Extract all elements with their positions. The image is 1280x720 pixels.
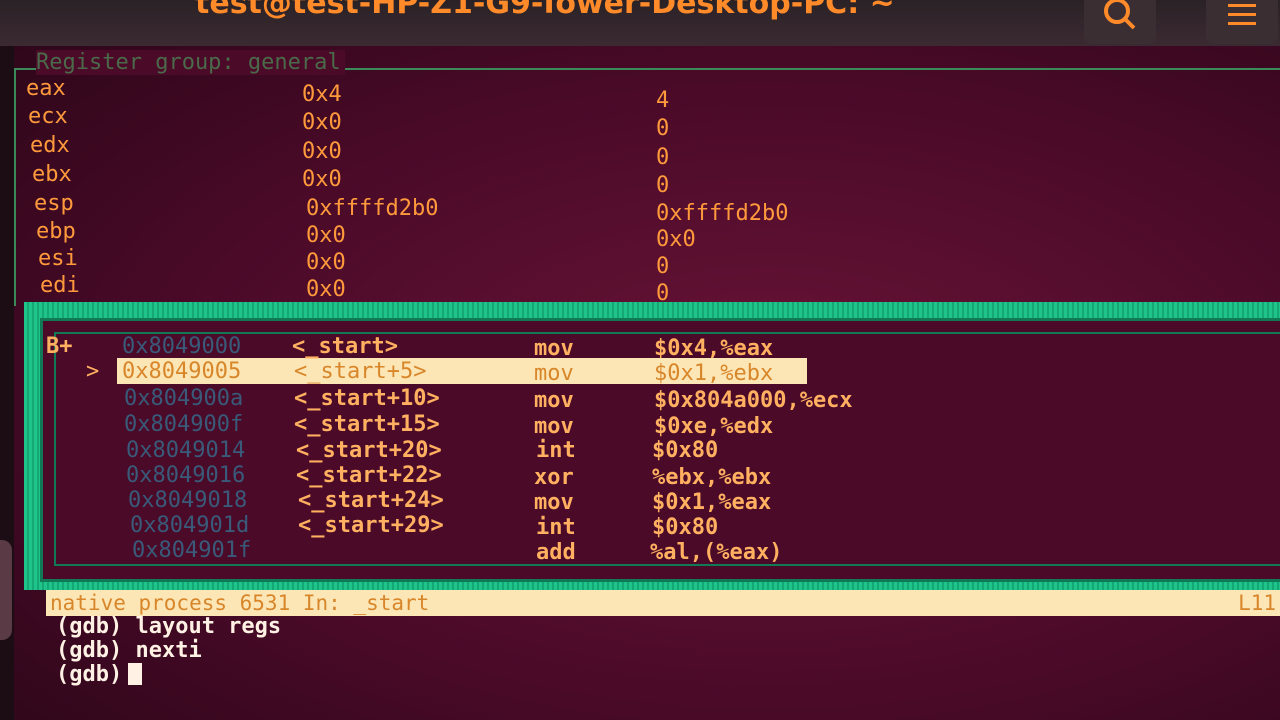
register-hex-value: 0x0	[302, 139, 342, 164]
line-indicator: L11	[1238, 591, 1276, 615]
register-name: edi	[40, 273, 80, 298]
register-window	[14, 68, 1280, 306]
asm-opcode: mov	[534, 336, 574, 361]
register-hex-value: 0x0	[306, 250, 346, 275]
register-natural-value: 0xffffd2b0	[656, 201, 789, 226]
asm-opcode: mov	[534, 490, 574, 515]
register-natural-value: 0	[656, 116, 670, 141]
register-hex-value: 0x0	[306, 277, 346, 302]
asm-symbol: <_start+24>	[298, 488, 444, 513]
window-titlebar: test@test-HP-Z1-G9-Tower-Desktop-PC: ~	[0, 0, 1280, 46]
asm-symbol: <_start+10>	[294, 386, 440, 411]
asm-opcode: mov	[534, 414, 574, 439]
asm-address: 0x8049005	[122, 359, 242, 384]
gdb-prompt: (gdb)	[56, 662, 123, 687]
register-hex-value: 0x0	[302, 110, 342, 135]
register-hex-value: 0x4	[302, 82, 342, 107]
asm-opcode: mov	[534, 388, 574, 413]
asm-symbol: <_start+5>	[294, 359, 427, 384]
asm-address: 0x8049000	[122, 334, 242, 359]
hamburger-menu-icon[interactable]	[1206, 0, 1278, 44]
asm-symbol: <_start+29>	[298, 513, 444, 538]
asm-opcode: int	[536, 438, 576, 463]
console-line: (gdb) nexti	[56, 638, 202, 663]
console-line: (gdb) layout regs	[56, 614, 282, 639]
register-name: eax	[26, 76, 66, 101]
asm-operands: %ebx,%ebx	[652, 465, 772, 490]
register-name: ecx	[28, 104, 68, 129]
asm-operands: $0x1,%eax	[652, 490, 772, 515]
register-natural-value: 0	[656, 173, 670, 198]
register-name: esi	[38, 246, 78, 271]
asm-operands: $0x80	[652, 515, 719, 540]
register-hex-value: 0x0	[306, 223, 346, 248]
current-instruction-marker: >	[86, 359, 100, 384]
asm-operands: $0x1,%ebx	[654, 361, 774, 386]
asm-address: 0x8049018	[128, 488, 248, 513]
asm-operands: $0x804a000,%ecx	[654, 388, 853, 413]
gdb-status-bar: native process 6531 In: _start L11	[46, 590, 1280, 616]
asm-address: 0x804900f	[124, 412, 244, 437]
register-natural-value: 4	[656, 88, 670, 113]
asm-address: 0x804900a	[124, 386, 244, 411]
asm-operands: $0x4,%eax	[654, 336, 774, 361]
text-cursor	[128, 663, 143, 685]
asm-address: 0x8049016	[126, 463, 246, 488]
console-prompt-line[interactable]: (gdb)	[56, 662, 143, 687]
asm-opcode: xor	[534, 465, 574, 490]
window-title: test@test-HP-Z1-G9-Tower-Desktop-PC: ~	[195, 0, 895, 21]
asm-operands: %al,(%eax)	[650, 540, 783, 565]
asm-address: 0x804901d	[130, 513, 250, 538]
asm-address: 0x804901f	[132, 538, 252, 563]
breakpoint-marker: B+	[46, 334, 73, 359]
register-natural-value: 0	[656, 145, 670, 170]
asm-address: 0x8049014	[126, 438, 246, 463]
register-hex-value: 0xffffd2b0	[306, 196, 439, 221]
asm-operands: $0x80	[652, 438, 719, 463]
register-name: edx	[30, 133, 70, 158]
register-name: ebp	[36, 219, 76, 244]
register-name: esp	[34, 191, 74, 216]
asm-symbol: <_start+15>	[294, 412, 440, 437]
asm-opcode: add	[536, 540, 576, 565]
register-hex-value: 0x0	[302, 167, 342, 192]
register-natural-value: 0	[656, 254, 670, 279]
register-natural-value: 0x0	[656, 227, 696, 252]
window-edge-handle	[0, 540, 12, 640]
asm-opcode: int	[536, 515, 576, 540]
asm-symbol: <_start+20>	[296, 438, 442, 463]
asm-symbol: <_start>	[292, 334, 398, 359]
register-name: ebx	[32, 162, 72, 187]
asm-operands: $0xe,%edx	[654, 414, 774, 439]
register-group-header: Register group: general	[36, 50, 345, 75]
process-status-text: native process 6531 In: _start	[50, 591, 430, 615]
search-icon[interactable]	[1084, 0, 1156, 44]
asm-opcode: mov	[534, 361, 574, 386]
asm-symbol: <_start+22>	[296, 463, 442, 488]
